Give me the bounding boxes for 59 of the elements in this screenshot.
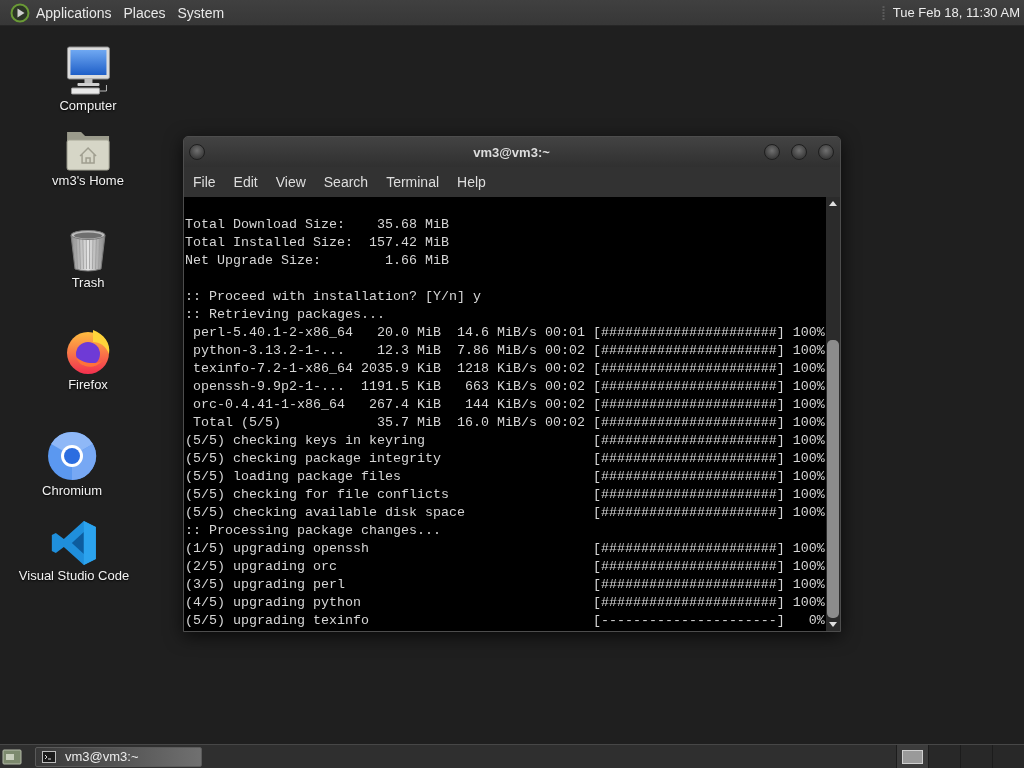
close-button[interactable] (818, 144, 834, 160)
terminal-icon (42, 750, 56, 763)
terminal-line: Net Upgrade Size: 1.66 MiB (185, 252, 449, 270)
panel-menu[interactable]: Places (117, 1, 172, 24)
desktop-shortcut[interactable]: Computer (57, 46, 119, 113)
terminal-line: (4/5) upgrading python [######################] 100% (185, 594, 825, 612)
taskbar-button[interactable]: vm3@vm3:~ (35, 746, 202, 767)
menu-item[interactable]: Edit (224, 170, 267, 194)
menu-item[interactable]: Help (448, 170, 495, 194)
triangle-up-icon (829, 201, 837, 206)
terminal-line: (3/5) upgrading perl [######################] 100% (185, 576, 825, 594)
terminal-line: :: Processing package changes... (185, 522, 441, 540)
terminal-line: (5/5) loading package files [######################] 100% (185, 468, 825, 486)
workspace-button[interactable] (896, 745, 928, 768)
terminal-line: :: Proceed with installation? [Y/n] y (185, 288, 481, 306)
desktop-shortcut[interactable]: Visual Studio Code (16, 520, 132, 583)
window-title: vm3@vm3:~ (473, 144, 550, 160)
window-menu-button[interactable] (189, 144, 205, 160)
minimize-button[interactable] (764, 144, 780, 160)
terminal-line: (5/5) checking for file conflicts [######################] 100% (185, 486, 825, 504)
home-folder-icon (65, 129, 111, 171)
terminal-line: texinfo-7.2-1-x86_64 2035.9 KiB 1218 KiB/s 00:02 [######################] 100% (192, 360, 825, 378)
terminal-line: Total (5/5) 35.7 MiB 16.0 MiB/s 00:02 [######################] 100% (192, 414, 825, 432)
window-thumbnail (902, 749, 923, 764)
ribbon-logo-icon (51, 520, 97, 566)
terminal-line: (5/5) upgrading texinfo [----------------------] 0% (185, 612, 825, 630)
desktop-shortcut[interactable]: vm3's Home (50, 129, 126, 188)
desktop-shortcut[interactable]: Chromium (40, 431, 104, 498)
menu-item[interactable]: Terminal (377, 170, 449, 194)
terminal-line: Total Installed Size: 157.42 MiB (185, 234, 449, 252)
terminal-line: python-3.13.2-1-... 12.3 MiB 7.86 MiB/s 00:02 [######################] 100% (192, 342, 825, 360)
play-logo-icon[interactable] (10, 2, 30, 23)
desktop-shortcut[interactable]: Trash (66, 229, 110, 290)
terminal-line: (5/5) checking keys in keyring [######################] 100% (185, 432, 825, 450)
triangle-down-icon (829, 622, 837, 627)
terminal-line: (1/5) upgrading openssh [######################] 100% (185, 540, 825, 558)
panel-menu[interactable]: Applications (30, 1, 118, 24)
monitor-icon (64, 46, 112, 96)
menu-item[interactable]: Search (314, 170, 378, 194)
menu-item[interactable]: View (266, 170, 315, 194)
terminal-line: Total Download Size: 35.68 MiB (185, 216, 449, 234)
desktop-shortcut[interactable]: Firefox (62, 327, 114, 392)
trash-icon (68, 229, 108, 273)
terminal-line: perl-5.40.1-2-x86_64 20.0 MiB 14.6 MiB/s 00:01 [######################] 100% (192, 324, 825, 342)
terminal-line: :: Retrieving packages... (185, 306, 385, 324)
terminal-line: orc-0.4.41-1-x86_64 267.4 KiB 144 KiB/s 00:02 [######################] 100% (192, 396, 825, 414)
maximize-button[interactable] (791, 144, 807, 160)
clock[interactable]: Tue Feb 18, 11:30 AM (892, 5, 1020, 20)
scrollbar-thumb[interactable] (827, 340, 839, 618)
ring-icon (47, 431, 97, 481)
flame-globe-icon (64, 327, 112, 375)
menu-item[interactable]: File (184, 170, 225, 194)
desktop-icon (2, 747, 22, 766)
terminal-line: (5/5) checking package integrity [######################] 100% (185, 450, 825, 468)
terminal-line: openssh-9.9p2-1-... 1191.5 KiB 663 KiB/s 00:02 [######################] 100% (192, 378, 825, 396)
terminal-line: (2/5) upgrading orc [######################] 100% (185, 558, 825, 576)
panel-menu[interactable]: System (171, 1, 231, 24)
show-desktop-button[interactable] (2, 747, 22, 766)
terminal-line: (5/5) checking available disk space [######################] 100% (185, 504, 825, 522)
